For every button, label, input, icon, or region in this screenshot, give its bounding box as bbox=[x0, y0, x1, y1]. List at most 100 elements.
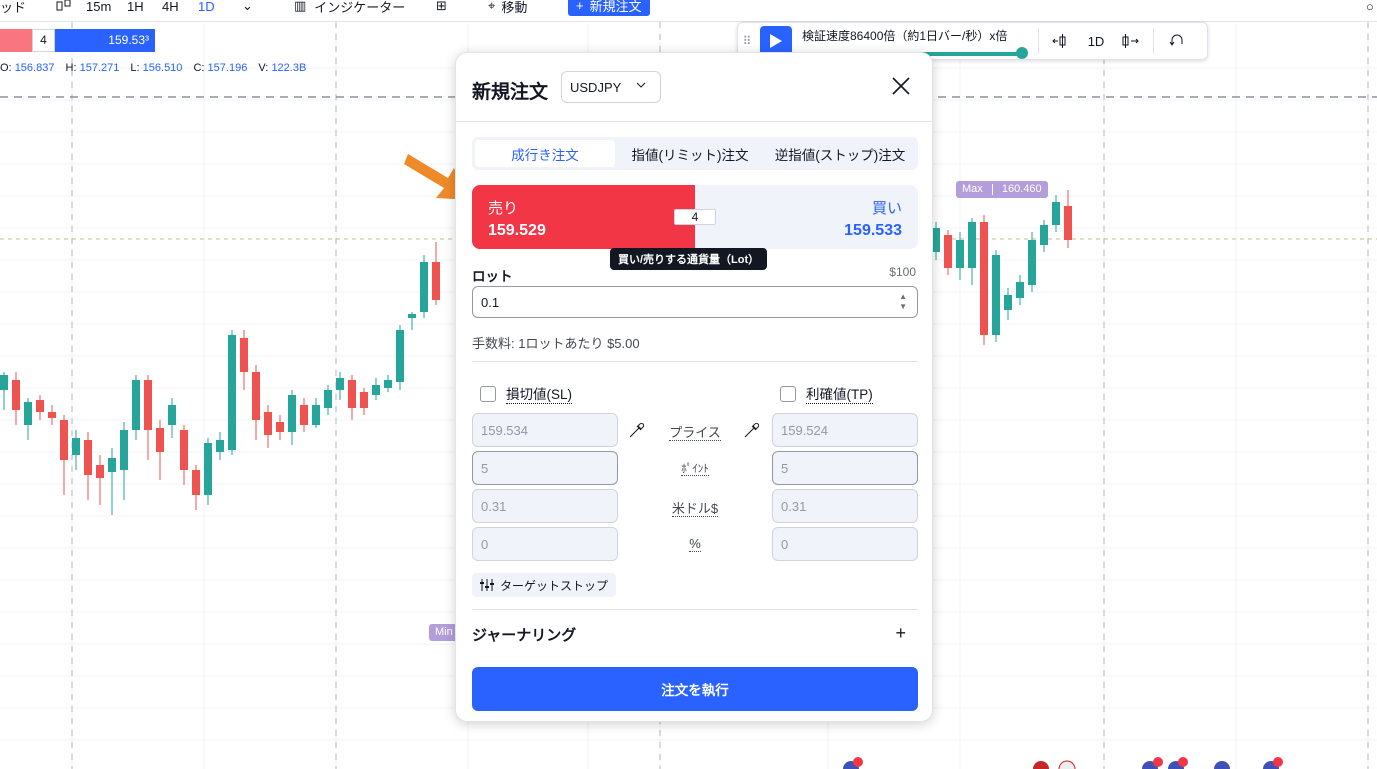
candle-body bbox=[72, 438, 80, 455]
interval-1d[interactable]: 1D bbox=[198, 0, 215, 17]
close-value: 157.196 bbox=[207, 62, 248, 74]
candle-body bbox=[84, 440, 92, 475]
buy-price: 159.533 bbox=[844, 222, 902, 239]
buy-label: 買い bbox=[871, 200, 902, 217]
candle-type-icon[interactable] bbox=[56, 0, 72, 17]
candle-body bbox=[156, 428, 164, 452]
tab-market[interactable]: 成行き注文 bbox=[475, 140, 615, 167]
journaling-section[interactable]: ジャーナリング bbox=[472, 624, 576, 645]
jump-back-icon bbox=[1169, 34, 1183, 46]
chevron-down-icon[interactable]: ⌄ bbox=[242, 0, 253, 17]
plus-icon[interactable]: + bbox=[895, 623, 906, 644]
tab-stop[interactable]: 逆指値(ストップ)注文 bbox=[765, 140, 915, 167]
symbol-select[interactable]: USDJPY bbox=[561, 71, 661, 103]
candle-body bbox=[276, 422, 284, 432]
ask-price: 159.53³ bbox=[55, 29, 155, 52]
candle-body bbox=[24, 402, 32, 425]
fee-text: 手数料: 1ロットあたり $5.00 bbox=[472, 336, 640, 351]
toolbar-item-drawing[interactable]: ッド bbox=[0, 0, 26, 17]
buy-button[interactable]: 買い 159.533 bbox=[695, 185, 918, 249]
tp-checkbox[interactable] bbox=[780, 385, 796, 402]
move-button[interactable]: ⌖ 移動 bbox=[488, 0, 527, 17]
sl-checkbox-row[interactable]: 損切値(SL) bbox=[480, 383, 573, 404]
step-forward-button[interactable] bbox=[1113, 26, 1147, 56]
tp-checkbox-row[interactable]: 利確値(TP) bbox=[780, 383, 873, 404]
lot-unit: $100 bbox=[889, 265, 916, 279]
separator bbox=[1153, 28, 1154, 54]
tp-percent-field[interactable]: 0 bbox=[772, 527, 918, 561]
candle-body bbox=[108, 458, 116, 472]
stepper-up-icon[interactable]: ▲ bbox=[899, 292, 907, 302]
open-label: O: bbox=[0, 62, 12, 74]
max-badge: Max 160.460 bbox=[956, 181, 1048, 198]
interval-4h[interactable]: 4H bbox=[162, 0, 179, 17]
top-toolbar: ッド 15m 1H 4H 1D ⌄ ▥ インジケーター ⊞ ⌖ 移動 + 新規注… bbox=[0, 0, 1377, 22]
divider bbox=[456, 121, 934, 122]
replay-interval-button[interactable]: 1D bbox=[1079, 26, 1113, 56]
tp-points-field[interactable]: 5 bbox=[772, 451, 918, 485]
volume-label: V: bbox=[258, 62, 269, 74]
dialog-title: 新規注文 bbox=[472, 82, 549, 103]
candle-body bbox=[968, 222, 976, 268]
divider bbox=[472, 609, 918, 610]
sl-usd-field[interactable]: 0.31 bbox=[472, 489, 618, 523]
candle-body bbox=[420, 262, 428, 312]
indicators-label: インジケーター bbox=[314, 0, 406, 15]
spread-label: 4 bbox=[32, 29, 55, 52]
new-order-dialog: 新規注文 USDJPY 成行き注文 指値(リミット)注文 逆指値(ストップ)注文… bbox=[455, 52, 934, 722]
candle-body bbox=[60, 420, 68, 460]
row-label-price: プライス bbox=[669, 425, 721, 441]
ohlc-legend: O: 156.837 H: 157.271 L: 156.510 C: 157.… bbox=[0, 62, 314, 74]
candle-body bbox=[432, 262, 440, 300]
candle-body bbox=[288, 395, 296, 432]
sell-label: 売り bbox=[488, 200, 519, 217]
lot-label: ロット bbox=[472, 269, 513, 284]
speed-slider-knob[interactable] bbox=[1016, 47, 1028, 59]
target-stop-button[interactable]: ターゲットストップ bbox=[472, 573, 617, 597]
close-icon[interactable] bbox=[890, 75, 912, 97]
move-label: 移動 bbox=[501, 0, 528, 15]
tp-price-field[interactable]: 159.524 bbox=[772, 413, 918, 447]
indicators-button[interactable]: ▥ インジケーター bbox=[294, 0, 405, 17]
candle-body bbox=[132, 380, 140, 430]
drag-handle-icon[interactable]: ⠿ bbox=[738, 34, 756, 48]
speed-label: 検証速度86400倍（約1日バー/秒）x倍 bbox=[802, 29, 1008, 43]
candle-body bbox=[216, 440, 224, 452]
candle-body bbox=[36, 400, 44, 412]
event-flag-icon bbox=[1263, 757, 1283, 769]
jump-to-realtime-button[interactable] bbox=[1160, 26, 1194, 56]
sell-button[interactable]: 売り 159.529 bbox=[472, 185, 695, 249]
lot-input[interactable]: 0.1 ▲ ▼ bbox=[472, 286, 918, 318]
candle-body bbox=[252, 372, 260, 420]
candle-body bbox=[180, 430, 188, 470]
sl-eyedropper-icon[interactable] bbox=[627, 420, 647, 440]
step-back-button[interactable] bbox=[1045, 26, 1079, 56]
economic-events[interactable] bbox=[0, 757, 1377, 769]
interval-1h[interactable]: 1H bbox=[127, 0, 144, 17]
tab-limit[interactable]: 指値(リミット)注文 bbox=[615, 140, 765, 167]
sl-price-field[interactable]: 159.534 bbox=[472, 413, 618, 447]
new-order-button[interactable]: + 新規注文 bbox=[568, 0, 650, 16]
stepper-down-icon[interactable]: ▼ bbox=[899, 302, 907, 312]
search-icon[interactable]: ○ bbox=[1366, 0, 1374, 17]
event-flag-icon bbox=[1142, 757, 1188, 769]
bid-bar bbox=[0, 29, 32, 52]
execute-order-button[interactable]: 注文を執行 bbox=[472, 667, 918, 711]
low-value: 156.510 bbox=[142, 62, 183, 74]
candle-body bbox=[360, 392, 368, 408]
interval-15m[interactable]: 15m bbox=[86, 0, 111, 17]
sell-buy-panel: 売り 159.529 買い 159.533 4 bbox=[472, 185, 918, 249]
candle-body bbox=[192, 470, 200, 495]
lot-stepper[interactable]: ▲ ▼ bbox=[899, 292, 907, 312]
symbol-value: USDJPY bbox=[570, 79, 622, 95]
candle-body bbox=[956, 240, 964, 268]
tp-usd-field[interactable]: 0.31 bbox=[772, 489, 918, 523]
candle-body bbox=[120, 430, 128, 470]
sl-points-field[interactable]: 5 bbox=[472, 451, 618, 485]
candle-body bbox=[1016, 282, 1024, 298]
add-layout-icon[interactable]: ⊞ bbox=[436, 0, 447, 17]
tp-eyedropper-icon[interactable] bbox=[742, 420, 762, 440]
sl-checkbox[interactable] bbox=[480, 385, 496, 402]
sl-percent-field[interactable]: 0 bbox=[472, 527, 618, 561]
candle-body bbox=[144, 380, 152, 430]
